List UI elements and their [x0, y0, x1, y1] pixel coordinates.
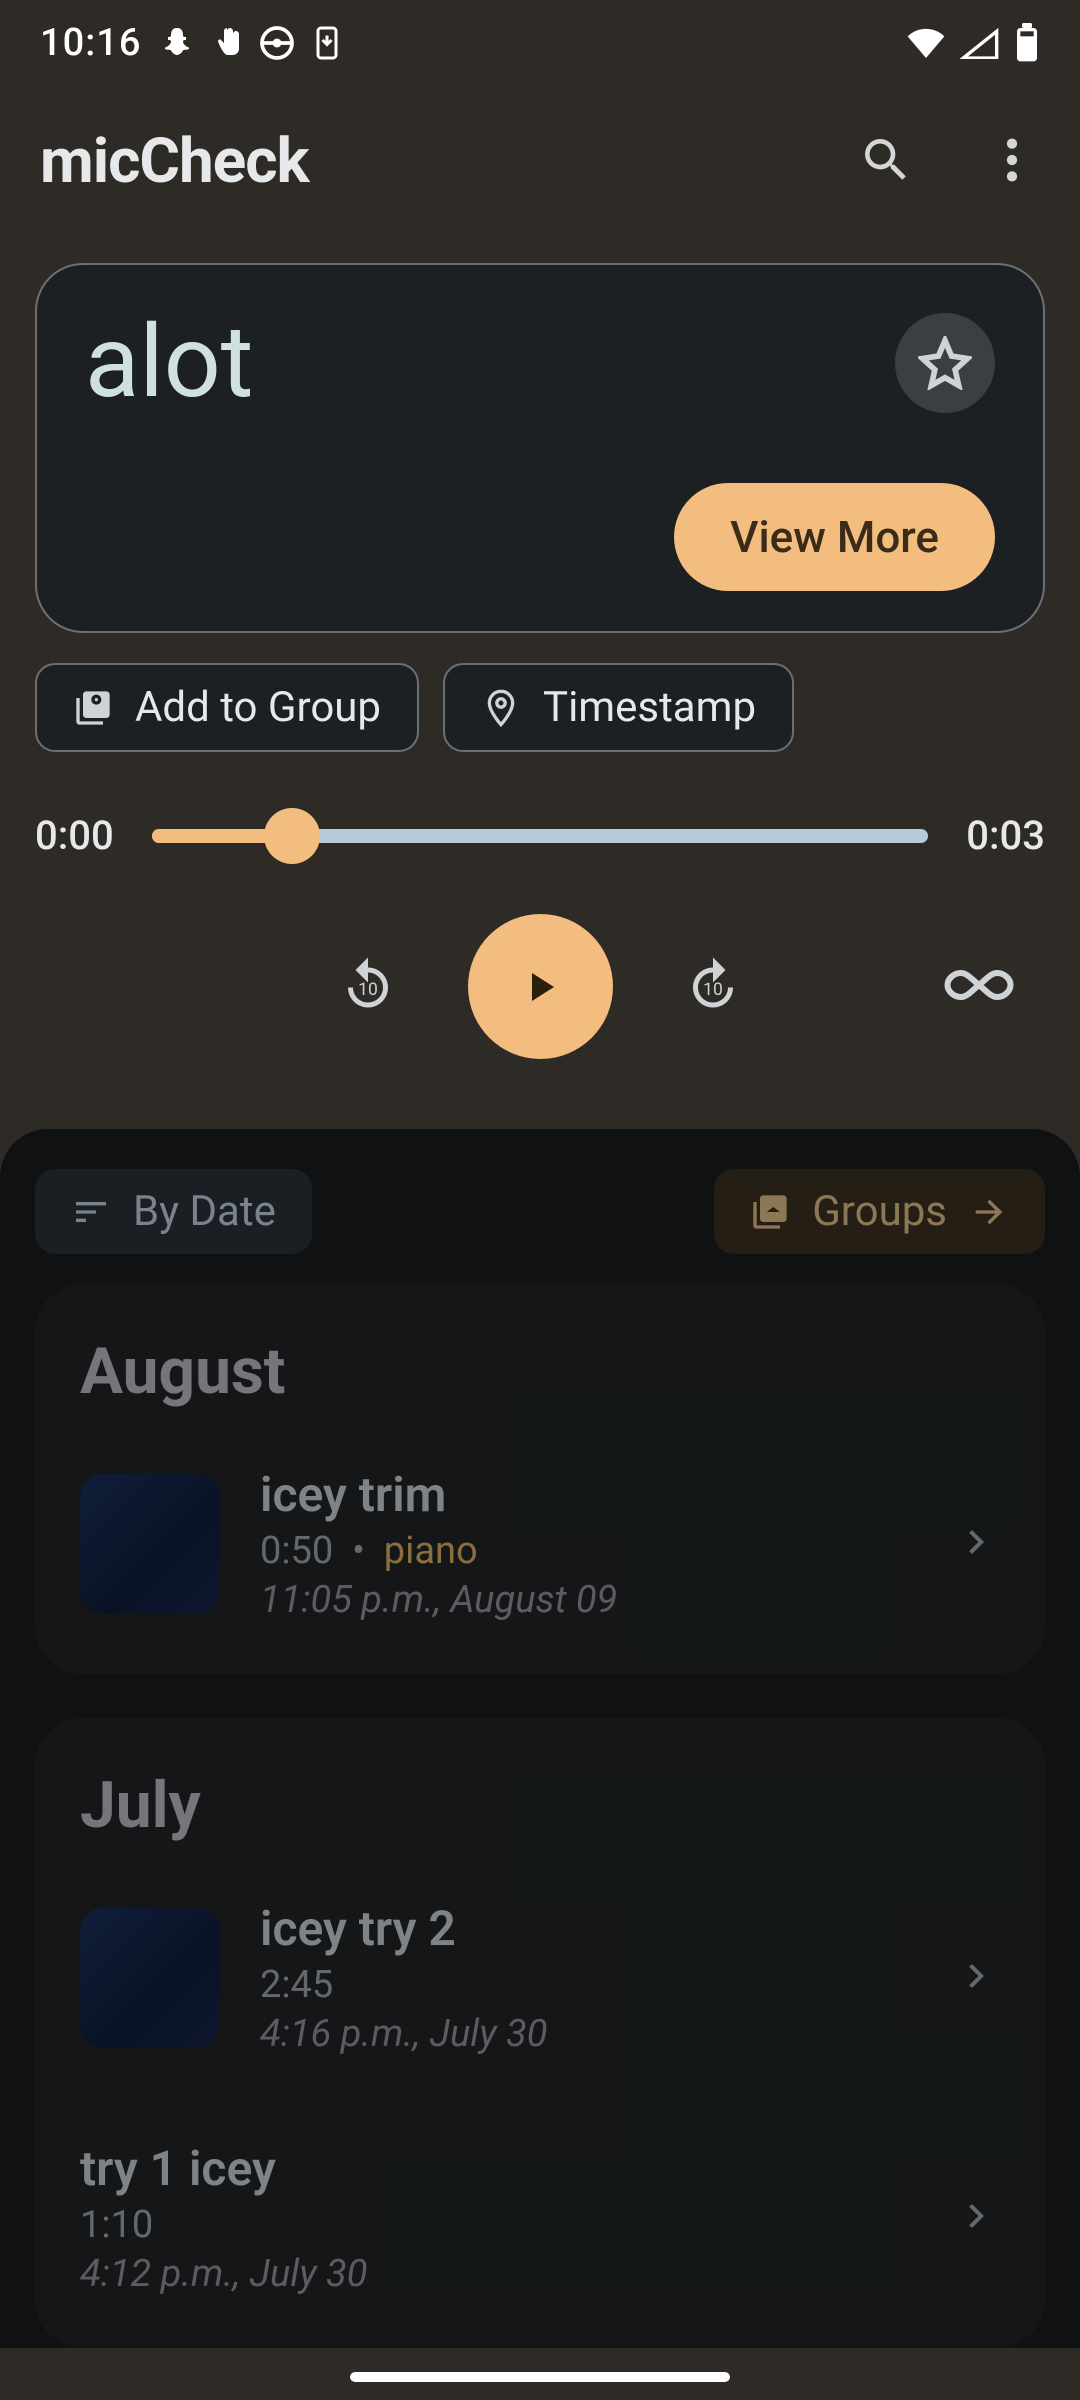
recording-meta: 0:50 • piano: [260, 1529, 912, 1573]
chevron-right-icon: [952, 1518, 1000, 1570]
add-to-group-chip[interactable]: Add to Group: [35, 663, 419, 752]
sort-icon: [71, 1192, 111, 1232]
status-time: 10:16: [40, 21, 141, 65]
library-icon: [750, 1192, 790, 1232]
replay-10-icon: 10: [338, 955, 398, 1015]
progress-row: 0:00 0:03: [0, 752, 1080, 859]
current-time: 0:00: [35, 812, 114, 859]
recording-thumbnail: [80, 1908, 220, 2048]
month-title: August: [80, 1334, 1000, 1409]
location-icon: [481, 688, 521, 728]
notif-icon-download: [309, 25, 345, 61]
now-playing-card: alot View More: [35, 263, 1045, 633]
recording-title: icey trim: [260, 1466, 912, 1523]
play-icon: [516, 963, 564, 1011]
timestamp-chip[interactable]: Timestamp: [443, 663, 794, 752]
chip-label: Add to Group: [135, 683, 381, 732]
recording-date: 11:05 p.m., August 09: [260, 1578, 912, 1622]
app-title: micCheck: [40, 125, 309, 198]
replay-10-button[interactable]: 10: [338, 955, 398, 1019]
pill-label: Groups: [812, 1187, 947, 1236]
chevron-right-icon: [952, 1952, 1000, 2004]
recordings-panel: By Date Groups August icey trim 0:50 • pia…: [0, 1129, 1080, 2348]
recording-title: icey try 2: [260, 1900, 912, 1957]
gesture-bar: [350, 2372, 730, 2382]
recording-info: icey try 2 2:45 4:16 p.m., July 30: [260, 1900, 912, 2056]
battery-icon: [1014, 23, 1040, 63]
recording-row[interactable]: icey trim 0:50 • piano 11:05 p.m., August …: [80, 1454, 1000, 1634]
svg-text:10: 10: [358, 980, 378, 1000]
loop-button[interactable]: [943, 964, 1015, 1010]
star-icon: [918, 336, 972, 390]
pill-label: By Date: [133, 1187, 276, 1236]
infinity-icon: [943, 964, 1015, 1006]
arrow-right-icon: [969, 1192, 1009, 1232]
more-icon[interactable]: [984, 132, 1040, 192]
signal-icon: [960, 27, 1000, 59]
sort-by-date-pill[interactable]: By Date: [35, 1169, 312, 1254]
recording-meta: 1:10: [80, 2203, 912, 2247]
chip-label: Timestamp: [543, 683, 756, 732]
notif-icon-snapchat: [159, 25, 195, 61]
track-title: alot: [85, 313, 253, 413]
month-card: July icey try 2 2:45 4:16 p.m., July 30 try …: [35, 1718, 1045, 2348]
view-more-button[interactable]: View More: [674, 483, 995, 591]
action-chip-row: Add to Group Timestamp: [0, 633, 1080, 752]
playback-controls: 10 10: [0, 859, 1080, 1119]
recording-meta: 2:45: [260, 1963, 912, 2007]
recording-date: 4:12 p.m., July 30: [80, 2252, 912, 2296]
recording-title: try 1 icey: [80, 2140, 912, 2197]
recording-info: icey trim 0:50 • piano 11:05 p.m., August …: [260, 1466, 912, 1622]
svg-text:10: 10: [703, 980, 723, 1000]
notif-icon-pokeball: [259, 25, 295, 61]
notif-icon-hand: [209, 25, 245, 61]
recording-info: try 1 icey 1:10 4:12 p.m., July 30: [80, 2140, 912, 2296]
wifi-icon: [906, 27, 946, 59]
total-time: 0:03: [966, 812, 1045, 859]
month-title: July: [80, 1768, 1000, 1843]
favorite-button[interactable]: [895, 313, 995, 413]
play-button[interactable]: [468, 914, 613, 1059]
recording-thumbnail: [80, 1474, 220, 1614]
status-bar: 10:16: [0, 0, 1080, 85]
app-bar: micCheck: [0, 85, 1080, 248]
library-add-icon: [73, 688, 113, 728]
chevron-right-icon: [952, 2192, 1000, 2244]
forward-10-button[interactable]: 10: [683, 955, 743, 1019]
recording-date: 4:16 p.m., July 30: [260, 2012, 912, 2056]
progress-slider[interactable]: [152, 829, 929, 843]
recording-row[interactable]: try 1 icey 1:10 4:12 p.m., July 30: [80, 2128, 1000, 2308]
forward-10-icon: 10: [683, 955, 743, 1015]
search-icon[interactable]: [858, 132, 914, 192]
recording-row[interactable]: icey try 2 2:45 4:16 p.m., July 30: [80, 1888, 1000, 2068]
groups-pill[interactable]: Groups: [714, 1169, 1045, 1254]
month-card: August icey trim 0:50 • piano 11:05 p.m., A…: [35, 1284, 1045, 1674]
